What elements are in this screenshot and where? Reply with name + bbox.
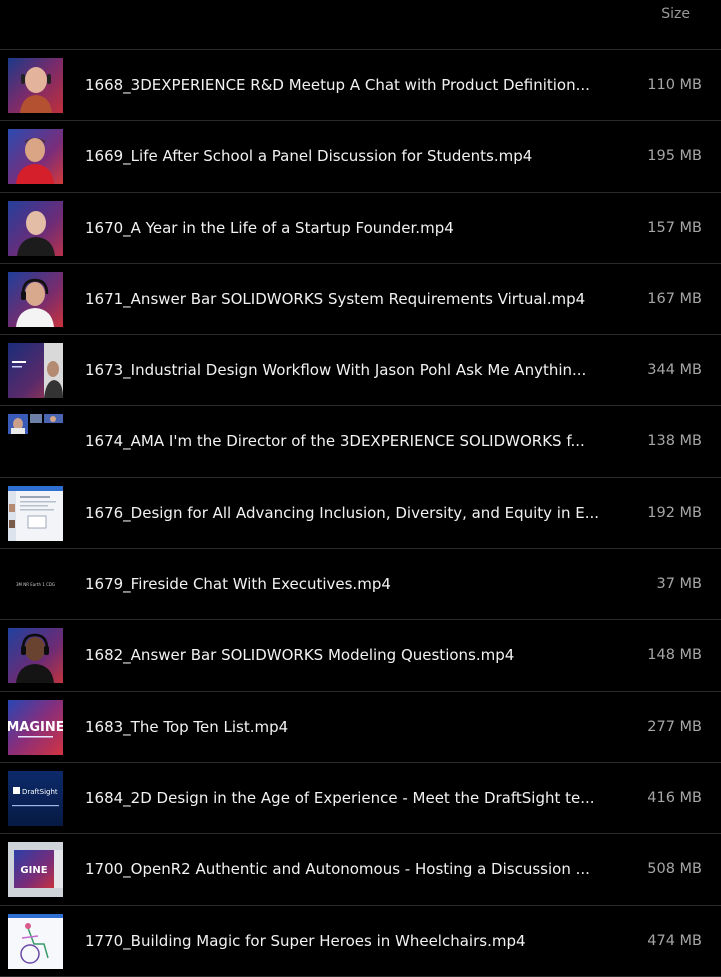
wheelchair-drawing-icon — [8, 913, 63, 969]
file-row[interactable]: 1674_AMA I'm the Director of the 3DEXPER… — [0, 406, 721, 478]
draftsight-banner-icon: DraftSight — [8, 770, 63, 826]
file-size: 110 MB — [647, 77, 702, 93]
file-row[interactable]: 1682_Answer Bar SOLIDWORKS Modeling Ques… — [0, 620, 721, 692]
file-row[interactable]: 3M NR Earth 1 CDG 1679_Fireside Chat Wit… — [0, 549, 721, 621]
file-size: 474 MB — [647, 932, 702, 949]
file-name: 1684_2D Design in the Age of Experience … — [85, 788, 595, 807]
file-row[interactable]: 1671_Answer Bar SOLIDWORKS System Requir… — [0, 264, 721, 336]
file-name: 1700_OpenR2 Authentic and Autonomous - H… — [85, 860, 590, 879]
person-headset-white-shirt-icon — [8, 271, 63, 327]
screen-share-document-icon — [8, 485, 63, 541]
file-list: 1668_3DEXPERIENCE R&D Meetup A Chat with… — [0, 50, 721, 977]
file-size: 344 MB — [647, 362, 702, 379]
imagine-banner-icon: MAGINE — [8, 699, 63, 755]
file-name: 1673_Industrial Design Workflow With Jas… — [85, 361, 587, 380]
file-row[interactable]: 1668_3DEXPERIENCE R&D Meetup A Chat with… — [0, 50, 721, 122]
file-row[interactable]: MAGINE 1683_The Top Ten List.mp4 277 MB — [0, 692, 721, 763]
file-size: 508 MB — [647, 861, 702, 878]
file-row[interactable]: 1669_Life After School a Panel Discussio… — [0, 121, 721, 193]
file-size: 416 MB — [647, 789, 702, 806]
imagine-slide-icon: GINE — [8, 842, 63, 898]
file-row[interactable]: 1676_Design for All Advancing Inclusion,… — [0, 478, 721, 550]
file-name: 1669_Life After School a Panel Discussio… — [85, 147, 533, 166]
file-size: 167 MB — [647, 290, 702, 307]
video-call-grid-icon — [8, 414, 63, 470]
thumb-caption: GINE — [20, 865, 47, 876]
file-name: 1679_Fireside Chat With Executives.mp4 — [85, 575, 391, 594]
file-size: 195 MB — [647, 148, 702, 165]
thumb-caption: MAGINE — [8, 720, 63, 735]
file-name: 1683_The Top Ten List.mp4 — [85, 717, 289, 736]
file-row[interactable]: 1673_Industrial Design Workflow With Jas… — [0, 335, 721, 407]
file-size: 37 MB — [656, 576, 702, 593]
file-name: 1670_A Year in the Life of a Startup Fou… — [85, 218, 454, 237]
file-size: 192 MB — [647, 504, 702, 521]
file-size: 157 MB — [647, 219, 702, 236]
person-dark-shirt-icon — [8, 200, 63, 256]
file-name: 1770_Building Magic for Super Heroes in … — [85, 931, 526, 950]
file-name: 1682_Answer Bar SOLIDWORKS Modeling Ques… — [85, 646, 515, 665]
slide-with-person-icon — [8, 343, 63, 399]
file-size: 148 MB — [647, 647, 702, 664]
thumb-caption: DraftSight — [22, 788, 58, 796]
file-row[interactable]: 1770_Building Magic for Super Heroes in … — [0, 906, 721, 977]
file-name: 1674_AMA I'm the Director of the 3DEXPER… — [85, 432, 585, 451]
person-bald-headset-icon — [8, 58, 63, 113]
file-name: 1668_3DEXPERIENCE R&D Meetup A Chat with… — [85, 76, 590, 94]
file-name: 1671_Answer Bar SOLIDWORKS System Requir… — [85, 289, 586, 308]
size-column-header[interactable]: Size — [661, 6, 690, 22]
person-headset-dark-shirt-icon — [8, 628, 63, 684]
person-red-shirt-icon — [8, 129, 63, 185]
file-row[interactable]: GINE 1700_OpenR2 Authentic and Autonomou… — [0, 834, 721, 906]
file-size: 277 MB — [647, 718, 702, 735]
thumb-caption: 3M NR Earth 1 CDG — [16, 582, 55, 587]
dark-title-card-icon: 3M NR Earth 1 CDG — [8, 557, 63, 613]
file-row[interactable]: DraftSight 1684_2D Design in the Age of … — [0, 763, 721, 835]
file-size: 138 MB — [647, 433, 702, 450]
file-name: 1676_Design for All Advancing Inclusion,… — [85, 503, 600, 522]
list-header: Size — [0, 0, 721, 50]
file-row[interactable]: 1670_A Year in the Life of a Startup Fou… — [0, 193, 721, 264]
